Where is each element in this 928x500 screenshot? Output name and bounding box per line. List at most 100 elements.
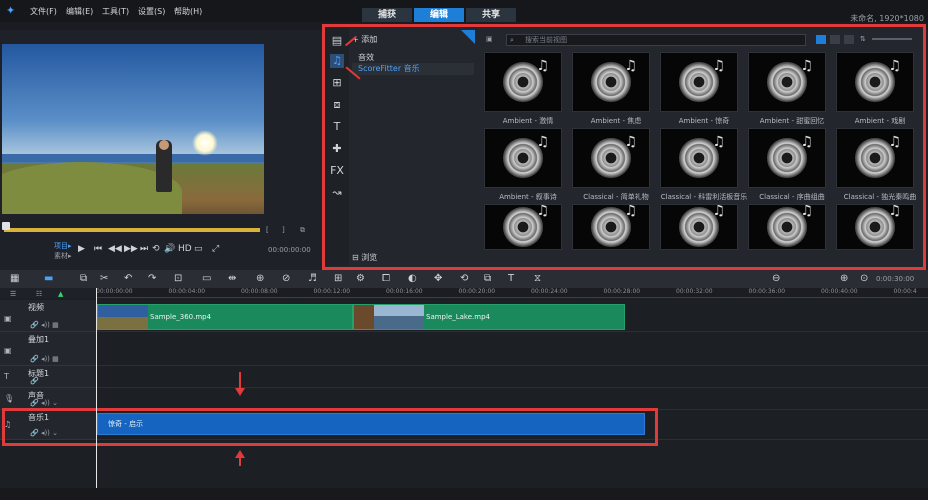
go-end-icon[interactable]: ⏭ <box>140 244 148 254</box>
storyboard-view-icon[interactable]: ▦ <box>10 273 19 284</box>
overlay-track-controls[interactable]: 🔗 ◂)) ▦ <box>30 355 59 363</box>
library-item[interactable]: ♫ <box>660 203 738 250</box>
library-item[interactable]: ♫ Ambient - 戏剧 <box>836 52 924 126</box>
fullscreen-icon[interactable]: ⤢ <box>212 244 219 254</box>
speed-icon[interactable]: ⧖ <box>534 273 541 284</box>
stabilize-icon[interactable]: ⧉ <box>484 273 491 284</box>
menu-settings[interactable]: 设置(S) <box>138 6 165 17</box>
music-icon[interactable]: ♫ <box>330 54 344 68</box>
graphics-icon[interactable]: ✚ <box>330 142 344 156</box>
text-track-icon[interactable]: T <box>508 273 514 284</box>
hd-toggle[interactable]: HD <box>178 244 192 254</box>
playhead[interactable] <box>96 288 97 488</box>
scrub-bar[interactable] <box>4 228 260 232</box>
library-item[interactable]: ♫ Ambient - 惊奇 <box>660 52 748 126</box>
track-row-title[interactable] <box>96 366 928 388</box>
timeline-view-icon[interactable]: ▬ <box>44 273 53 284</box>
menu-help[interactable]: 帮助(H) <box>174 6 202 17</box>
library-item[interactable]: ♫ Ambient - 焦虑 <box>572 52 660 126</box>
track-header-title[interactable]: T 标题1 🔗 <box>0 366 96 388</box>
mask-icon[interactable]: ⊘ <box>282 273 290 284</box>
menu-file[interactable]: 文件(F) <box>30 6 57 17</box>
zoom-out-icon[interactable]: ⊖ <box>772 273 780 284</box>
trim-icon[interactable]: ⇹ <box>228 273 236 284</box>
path-icon[interactable]: ↝ <box>330 186 344 200</box>
video-clip-360[interactable]: Sample_360.mp4 <box>97 304 353 330</box>
zoom-in-icon[interactable]: ⊕ <box>840 273 848 284</box>
library-item[interactable]: ♫ Classical - 独光秦鸣曲 <box>836 128 924 202</box>
cut-icon[interactable]: ✂ <box>100 273 108 284</box>
menu-tools[interactable]: 工具(T) <box>102 6 129 17</box>
track-header-overlay[interactable]: ▣ 叠加1 🔗 ◂)) ▦ <box>0 332 96 366</box>
fit-timeline-icon[interactable]: ⊙ <box>860 273 868 284</box>
mark-in-button[interactable]: [ <box>266 226 269 234</box>
library-item[interactable]: ♫ <box>484 203 562 250</box>
thumbnail-size-slider[interactable] <box>872 38 912 40</box>
undo-icon[interactable]: ↶ <box>124 273 132 284</box>
aspect-icon[interactable]: ▭ <box>194 244 203 254</box>
zoom-timecode[interactable]: 0:00:30:00 <box>876 275 914 283</box>
transition-icon[interactable]: ⧈ <box>330 98 344 112</box>
copy-icon[interactable]: ⧉ <box>80 273 87 284</box>
browse-button[interactable]: ⊟ 浏览 <box>352 252 377 263</box>
library-item[interactable]: ♫ Ambient - 叙事诗 <box>484 128 572 202</box>
library-item[interactable]: ♫ <box>748 203 826 250</box>
mixer-icon[interactable]: ♬ <box>308 273 317 284</box>
library-item[interactable]: ♫ <box>836 203 914 250</box>
title-track-controls[interactable]: 🔗 <box>30 377 39 385</box>
video-track-controls[interactable]: 🔗 ◂)) ▦ <box>30 321 59 329</box>
track-row-voice[interactable] <box>96 388 928 410</box>
go-start-icon[interactable]: ⏮ <box>94 244 102 254</box>
next-frame-icon[interactable]: ▶▶ <box>124 244 138 254</box>
redo-icon[interactable]: ↷ <box>148 273 156 284</box>
menu-edit[interactable]: 编辑(E) <box>66 6 93 17</box>
add-marker-icon[interactable]: ▲ <box>58 290 63 298</box>
multicam-icon[interactable]: ⧠ <box>382 273 390 284</box>
link-icon[interactable]: ⟲ <box>460 273 468 284</box>
repeat-icon[interactable]: ⟲ <box>152 244 160 254</box>
tab-capture[interactable]: 捕获 <box>362 8 412 22</box>
thumbnail-view-button[interactable] <box>816 35 826 44</box>
fx-icon[interactable]: FX <box>330 164 344 178</box>
scrub-handle[interactable] <box>2 222 10 230</box>
video-clip-lake[interactable]: Sample_Lake.mp4 <box>353 304 625 330</box>
time-ruler[interactable] <box>96 288 928 298</box>
track-row-overlay[interactable] <box>96 332 928 366</box>
search-input[interactable]: 搜索当前视图 <box>506 34 806 46</box>
library-item[interactable]: ♫ Classical - 序曲组曲 <box>748 128 836 202</box>
prev-frame-icon[interactable]: ◀◀ <box>108 244 122 254</box>
media-icon[interactable]: ▤ <box>330 34 344 48</box>
play-icon[interactable]: ▶ <box>78 244 85 254</box>
grid-view-button[interactable] <box>844 35 854 44</box>
library-item[interactable]: ♫ Ambient - 甜蜜回忆 <box>748 52 836 126</box>
preview-window[interactable] <box>2 44 264 214</box>
title-icon[interactable]: T <box>330 120 344 134</box>
folder-view-icon[interactable]: ▣ <box>486 35 493 43</box>
instant-project-icon[interactable]: ⊞ <box>330 76 344 90</box>
track-header-video[interactable]: ▣ 视频 🔗 ◂)) ▦ <box>0 300 96 332</box>
track-manager-icon[interactable]: ☰ <box>10 290 16 298</box>
tab-share[interactable]: 共享 <box>466 8 516 22</box>
snapshot-icon[interactable]: ▭ <box>202 273 211 284</box>
mode-clip[interactable]: 素材▸ <box>54 251 72 261</box>
list-view-button[interactable] <box>830 35 840 44</box>
timecode[interactable]: 00:00:00:00 <box>268 246 311 254</box>
track-header-voice[interactable]: 🎙 声音 🔗 ◂)) ⌄ <box>0 388 96 410</box>
mark-out-button[interactable]: ] <box>282 226 285 234</box>
volume-icon[interactable]: 🔊 <box>164 244 175 254</box>
library-item[interactable]: ♫ Ambient - 激情 <box>484 52 572 126</box>
subtitle-icon[interactable]: ⊞ <box>334 273 342 284</box>
motion-icon[interactable]: ⚙ <box>356 273 365 284</box>
color-icon[interactable]: ◐ <box>408 273 417 284</box>
tracking-icon[interactable]: ✥ <box>434 273 442 284</box>
chapter-icon[interactable]: ☷ <box>36 290 42 298</box>
record-icon[interactable]: ⊡ <box>174 273 182 284</box>
tab-edit[interactable]: 编辑 <box>414 8 464 22</box>
library-item[interactable]: ♫ <box>572 203 650 250</box>
category-scorefitter[interactable]: ScoreFitter 音乐 <box>352 63 474 75</box>
mode-project[interactable]: 项目▸ <box>54 241 72 251</box>
library-item[interactable]: ♫ Classical - 简单礼物 <box>572 128 660 202</box>
split-icon[interactable]: ⧉ <box>300 226 305 235</box>
voice-track-controls[interactable]: 🔗 ◂)) ⌄ <box>30 399 58 407</box>
library-item[interactable]: ♫ Classical - 科雷利活板音乐 <box>660 128 748 202</box>
